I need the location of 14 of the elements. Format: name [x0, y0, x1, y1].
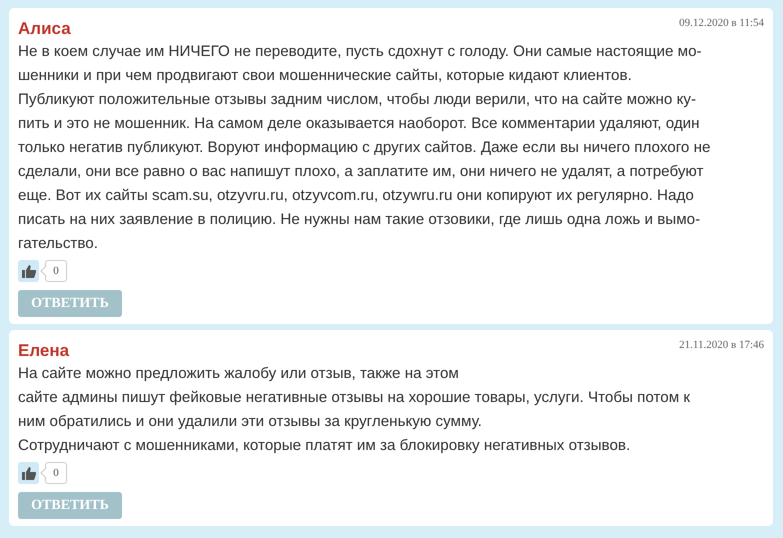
- comment-text: Не в коем случае им НИЧЕГО не переводите, пусть сдохнут с голоду. Они самые настоящие мо- шенники и при чем продвигают свои мошеннические сайты, которые кидают клиентов. Публикуют положительные отзывы задним числом, чтобы люди верили, что на сайте можно ку- пить и это не мошенник. На самом деле оказывается наоборот. Все комментарии удаляют, один только негатив публикуют. Воруют информацию с других сайтов. Даже если вы ничего плохого не сделали, они все равно о вас напишут плохо, а заплатите им, они ничего не удалят, а потребуют еще. Вот их сайты scam.su, otzyvru.ru, otzyvcom.ru, otzywru.ru они копируют их регулярно. Надо писать на них заявление в полицию. Не нужны нам такие отзовики, где лишь одна ложь и вымо- гательство.: [18, 42, 712, 254]
- reply-button[interactable]: ОТВЕТИТЬ: [18, 290, 122, 317]
- like-button[interactable]: [18, 462, 39, 484]
- like-button[interactable]: [18, 260, 39, 282]
- like-count: 0: [40, 260, 67, 282]
- comment-author: Елена: [18, 341, 70, 361]
- comment-date: 21.11.2020 в 17:46: [679, 339, 764, 351]
- thumbs-up-icon: [22, 466, 36, 480]
- thumbs-up-icon: [22, 264, 36, 278]
- reply-button[interactable]: ОТВЕТИТЬ: [18, 492, 122, 519]
- comment-text: На сайте можно предложить жалобу или отзыв, также на этом сайте админы пишут фейковые негативные отзывы на хорошие товары, услуги. Чтобы потом к ним обратились и они удалили эти отзывы за кругленькую сумму. Сотрудничают с мошенниками, которые платят им за блокировку негативных отзывов.: [18, 364, 692, 456]
- like-count: 0: [40, 462, 67, 484]
- comment-date: 09.12.2020 в 11:54: [679, 17, 764, 29]
- comment-author: Алиса: [18, 19, 71, 39]
